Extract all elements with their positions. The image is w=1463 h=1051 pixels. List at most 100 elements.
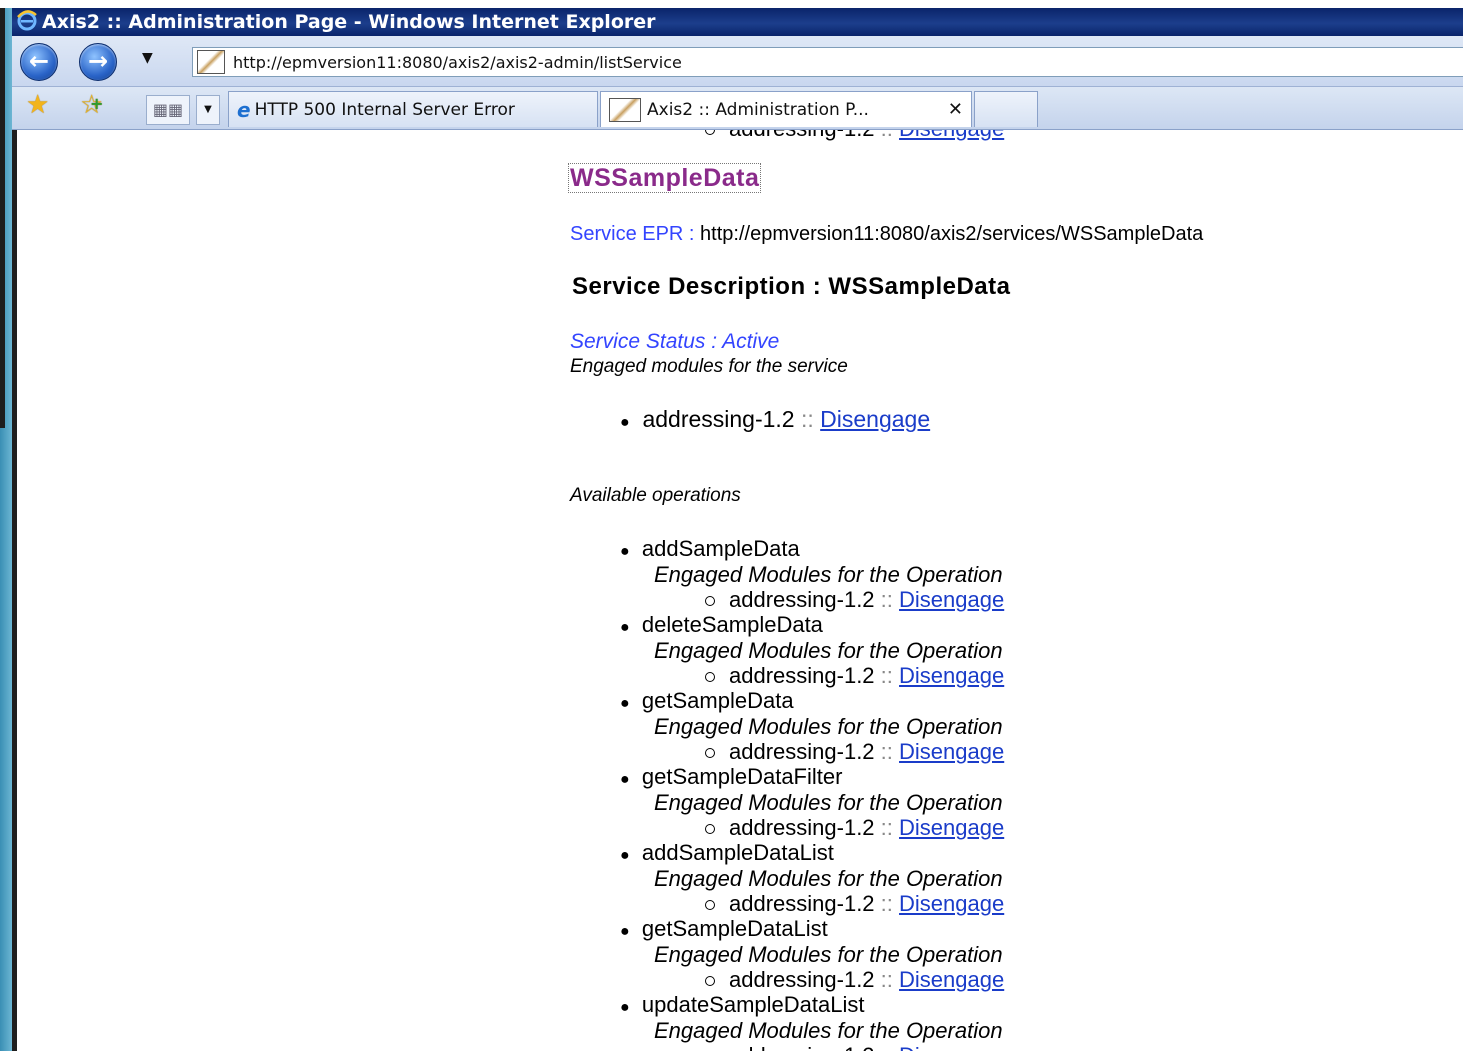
operation-name: addSampleDataList	[641, 840, 834, 865]
arrow-left-icon: ←	[28, 47, 50, 75]
circle-bullet-icon	[705, 596, 715, 607]
navigation-bar: ← → ▼	[12, 36, 1463, 87]
back-button[interactable]: ←	[20, 43, 58, 81]
favorites-star-icon[interactable]: ★	[26, 90, 49, 120]
window-left-edge	[0, 8, 12, 1051]
operation-modules-label: Engaged Modules for the Operation	[654, 1018, 1003, 1043]
disengage-link[interactable]: Disengage	[899, 1043, 1004, 1051]
ie-logo-icon: e	[237, 97, 251, 122]
engaged-modules-label: Engaged modules for the service	[570, 356, 848, 377]
operation-modules-label: Engaged Modules for the Operation	[654, 638, 1003, 663]
operation-module-item: addressing-1.2 :: Disengage	[705, 891, 1004, 917]
operation-name: deleteSampleData	[641, 612, 823, 637]
circle-bullet-icon	[705, 748, 715, 759]
operation-item: ● getSampleDataFilter	[620, 764, 842, 790]
disengage-link[interactable]: Disengage	[899, 891, 1004, 916]
disengage-link[interactable]: Disengage	[899, 130, 1004, 141]
page-content: addressing-1.2 :: Disengage WSSampleData…	[12, 130, 1463, 1051]
chevron-down-icon: ▼	[204, 104, 212, 115]
bullet-icon: ●	[620, 695, 630, 712]
new-tab-button[interactable]	[974, 91, 1038, 127]
module-name: addressing-1.2	[729, 891, 875, 916]
operation-name: addSampleData	[641, 536, 800, 561]
module-name: addressing-1.2	[729, 1043, 875, 1051]
forward-button[interactable]: →	[79, 43, 117, 81]
cut-off-module-line: addressing-1.2 :: Disengage	[705, 130, 1004, 142]
tab-list-button[interactable]: ▼	[196, 95, 220, 125]
bullet-icon: ●	[620, 847, 630, 864]
arrow-right-icon: →	[87, 47, 109, 75]
operation-module-item: addressing-1.2 :: Disengage	[705, 967, 1004, 993]
tab-label: Axis2 :: Administration P...	[647, 99, 869, 120]
disengage-link[interactable]: Disengage	[899, 587, 1004, 612]
service-epr-value: http://epmversion11:8080/axis2/services/…	[700, 223, 1204, 245]
tab-http-500[interactable]: e HTTP 500 Internal Server Error	[228, 91, 598, 127]
disengage-link[interactable]: Disengage	[899, 967, 1004, 992]
module-name: addressing-1.2	[729, 739, 875, 764]
ie-logo-icon	[16, 9, 38, 36]
operation-module-item: addressing-1.2 :: Disengage	[705, 1043, 1004, 1051]
bullet-icon: ●	[620, 923, 630, 940]
available-operations-label: Available operations	[570, 485, 741, 506]
operation-module-item: addressing-1.2 :: Disengage	[705, 815, 1004, 841]
operation-module-item: addressing-1.2 :: Disengage	[705, 663, 1004, 689]
circle-bullet-icon	[705, 976, 715, 987]
operation-name: getSampleDataFilter	[641, 764, 843, 789]
page-icon	[197, 50, 225, 74]
top-strip	[0, 0, 1463, 8]
module-name: addressing-1.2	[729, 663, 875, 688]
grid-icon: ▦▦	[152, 100, 184, 119]
operation-item: ● getSampleData	[620, 688, 794, 714]
tab-label: HTTP 500 Internal Server Error	[254, 99, 515, 120]
bullet-icon: ●	[620, 619, 630, 636]
operation-modules-label: Engaged Modules for the Operation	[654, 942, 1003, 967]
chevron-down-icon: ▼	[142, 50, 153, 66]
service-epr-label: Service EPR :	[570, 223, 695, 245]
add-favorites-icon[interactable]: ☆ +	[80, 90, 103, 120]
module-name: addressing-1.2	[729, 967, 875, 992]
bullet-icon: ●	[620, 543, 630, 560]
operation-module-item: addressing-1.2 :: Disengage	[705, 739, 1004, 765]
operation-module-item: addressing-1.2 :: Disengage	[705, 587, 1004, 613]
page-icon	[609, 97, 641, 122]
module-name: addressing-1.2	[729, 815, 875, 840]
service-name-heading[interactable]: WSSampleData	[568, 163, 762, 193]
operation-item: ● updateSampleDataList	[620, 992, 865, 1018]
disengage-link[interactable]: Disengage	[899, 815, 1004, 840]
bullet-icon: ●	[620, 999, 630, 1016]
operation-modules-label: Engaged Modules for the Operation	[654, 714, 1003, 739]
service-module-item: ● addressing-1.2 :: Disengage	[620, 406, 931, 432]
operation-item: ● addSampleData	[620, 536, 800, 562]
tab-axis2-admin[interactable]: Axis2 :: Administration P... ✕	[600, 91, 972, 127]
circle-bullet-icon	[705, 130, 715, 136]
disengage-link[interactable]: Disengage	[899, 663, 1004, 688]
operation-modules-label: Engaged Modules for the Operation	[654, 866, 1003, 891]
operation-item: ● getSampleDataList	[620, 916, 828, 942]
disengage-link[interactable]: Disengage	[899, 739, 1004, 764]
operation-modules-label: Engaged Modules for the Operation	[654, 562, 1003, 587]
operation-item: ● deleteSampleData	[620, 612, 823, 638]
circle-bullet-icon	[705, 824, 715, 835]
circle-bullet-icon	[705, 672, 715, 683]
recent-pages-dropdown[interactable]: ▼	[142, 50, 153, 66]
service-epr: Service EPR : http://epmversion11:8080/a…	[570, 223, 1203, 246]
operation-name: updateSampleDataList	[641, 992, 865, 1017]
close-icon[interactable]: ✕	[948, 99, 963, 120]
quick-tabs-button[interactable]: ▦▦	[146, 95, 190, 125]
address-bar[interactable]	[192, 47, 1463, 77]
bullet-icon: ●	[620, 414, 630, 431]
service-status: Service Status : Active	[570, 330, 780, 353]
operation-name: getSampleData	[641, 688, 794, 713]
window-titlebar: Axis2 :: Administration Page - Windows I…	[12, 8, 1463, 36]
disengage-link[interactable]: Disengage	[820, 406, 930, 432]
module-name: addressing-1.2	[642, 406, 795, 432]
operation-modules-label: Engaged Modules for the Operation	[654, 790, 1003, 815]
operation-item: ● addSampleDataList	[620, 840, 834, 866]
circle-bullet-icon	[705, 900, 715, 911]
module-name: addressing-1.2	[729, 587, 875, 612]
tab-bar: ★ ☆ + ▦▦ ▼ e HTTP 500 Internal Server Err…	[12, 87, 1463, 130]
bullet-icon: ●	[620, 771, 630, 788]
service-description: Service Description : WSSampleData	[572, 273, 1011, 300]
window-title: Axis2 :: Administration Page - Windows I…	[42, 11, 656, 33]
url-input[interactable]	[231, 51, 1435, 73]
